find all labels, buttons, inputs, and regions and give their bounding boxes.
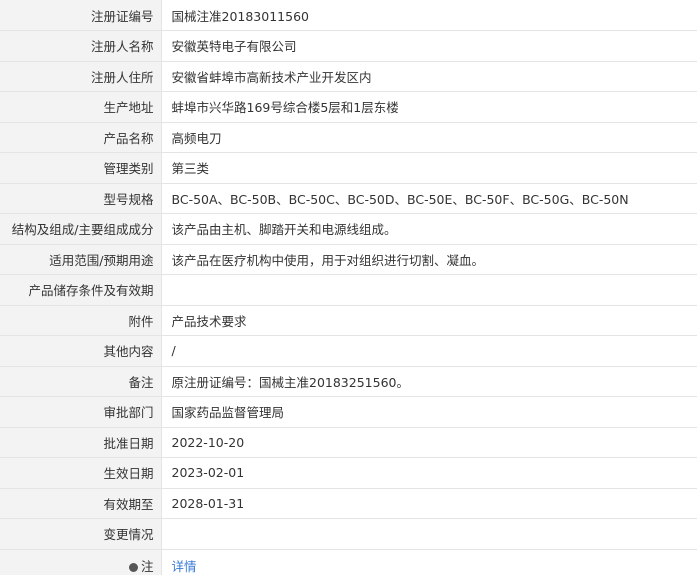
- value-product-name: 高频电刀: [161, 121, 697, 153]
- dot-icon: [128, 562, 138, 572]
- detail-link[interactable]: 详情: [172, 559, 197, 574]
- label-approval-department: 审批部门: [0, 396, 162, 428]
- row-approval-date: 批准日期 2022-10-20: [0, 426, 697, 458]
- row-management-category: 管理类别 第三类: [0, 152, 697, 184]
- label-other-content: 其他内容: [0, 335, 162, 367]
- label-approval-date: 批准日期: [0, 426, 162, 458]
- value-attachment: 产品技术要求: [161, 304, 697, 336]
- value-storage-validity: [161, 274, 697, 306]
- row-registration-number: 注册证编号 国械注准20183011560: [0, 0, 697, 31]
- value-change-history: [161, 518, 697, 550]
- value-registration-number: 国械注准20183011560: [161, 0, 697, 31]
- row-change-history: 变更情况: [0, 518, 697, 550]
- label-registrant-name: 注册人名称: [0, 30, 162, 62]
- label-change-history: 变更情况: [0, 518, 162, 550]
- value-approval-date: 2022-10-20: [161, 426, 697, 458]
- value-expiry-date: 2028-01-31: [161, 487, 697, 519]
- note-label: 注: [140, 558, 154, 574]
- value-effective-date: 2023-02-01: [161, 457, 697, 489]
- row-other-content: 其他内容 /: [0, 335, 697, 367]
- row-remarks: 备注 原注册证编号：国械主准20183251560。: [0, 365, 697, 397]
- value-approval-department: 国家药品监督管理局: [161, 396, 697, 428]
- value-note: 详情: [161, 548, 697, 575]
- row-structure-composition: 结构及组成/主要组成成分 该产品由主机、脚踏开关和电源线组成。: [0, 213, 697, 245]
- row-expiry-date: 有效期至 2028-01-31: [0, 487, 697, 519]
- row-intended-use: 适用范围/预期用途 该产品在医疗机构中使用，用于对组织进行切割、凝血。: [0, 243, 697, 275]
- label-production-address: 生产地址: [0, 91, 162, 123]
- label-registration-number: 注册证编号: [0, 0, 162, 31]
- label-effective-date: 生效日期: [0, 457, 162, 489]
- label-structure-composition: 结构及组成/主要组成成分: [0, 213, 162, 245]
- value-management-category: 第三类: [161, 152, 697, 184]
- value-model-spec: BC-50A、BC-50B、BC-50C、BC-50D、BC-50E、BC-50…: [161, 182, 697, 214]
- row-registrant-name: 注册人名称 安徽英特电子有限公司: [0, 30, 697, 62]
- label-attachment: 附件: [0, 304, 162, 336]
- row-product-name: 产品名称 高频电刀: [0, 121, 697, 153]
- label-storage-validity: 产品储存条件及有效期: [0, 274, 162, 306]
- row-effective-date: 生效日期 2023-02-01: [0, 457, 697, 489]
- value-production-address: 蚌埠市兴华路169号综合楼5层和1层东楼: [161, 91, 697, 123]
- label-note: 注: [0, 548, 162, 575]
- value-other-content: /: [161, 335, 697, 367]
- registration-info-table: 注册证编号 国械注准20183011560 注册人名称 安徽英特电子有限公司 注…: [0, 0, 697, 575]
- label-model-spec: 型号规格: [0, 182, 162, 214]
- label-management-category: 管理类别: [0, 152, 162, 184]
- label-product-name: 产品名称: [0, 121, 162, 153]
- label-intended-use: 适用范围/预期用途: [0, 243, 162, 275]
- row-storage-validity: 产品储存条件及有效期: [0, 274, 697, 306]
- value-registrant-address: 安徽省蚌埠市高新技术产业开发区内: [161, 60, 697, 92]
- row-approval-department: 审批部门 国家药品监督管理局: [0, 396, 697, 428]
- label-expiry-date: 有效期至: [0, 487, 162, 519]
- value-registrant-name: 安徽英特电子有限公司: [161, 30, 697, 62]
- value-intended-use: 该产品在医疗机构中使用，用于对组织进行切割、凝血。: [161, 243, 697, 275]
- row-note: 注 详情: [0, 548, 697, 575]
- row-model-spec: 型号规格 BC-50A、BC-50B、BC-50C、BC-50D、BC-50E、…: [0, 182, 697, 214]
- value-remarks: 原注册证编号：国械主准20183251560。: [161, 365, 697, 397]
- label-remarks: 备注: [0, 365, 162, 397]
- row-attachment: 附件 产品技术要求: [0, 304, 697, 336]
- row-production-address: 生产地址 蚌埠市兴华路169号综合楼5层和1层东楼: [0, 91, 697, 123]
- row-registrant-address: 注册人住所 安徽省蚌埠市高新技术产业开发区内: [0, 60, 697, 92]
- value-structure-composition: 该产品由主机、脚踏开关和电源线组成。: [161, 213, 697, 245]
- label-registrant-address: 注册人住所: [0, 60, 162, 92]
